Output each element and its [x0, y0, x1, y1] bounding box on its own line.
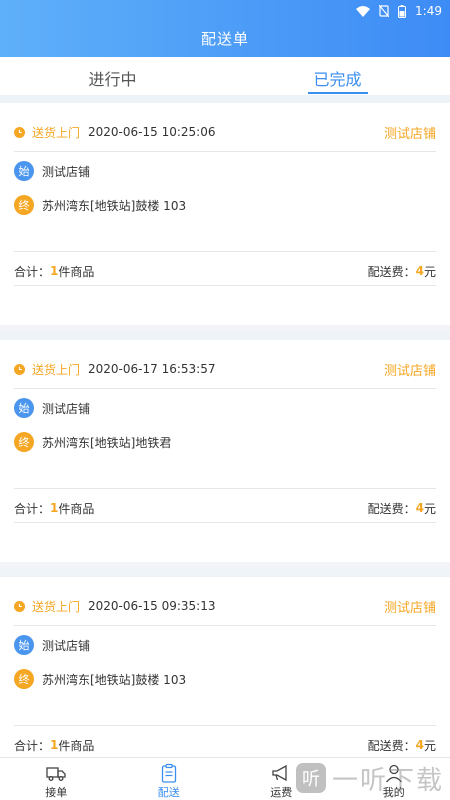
- order-summary: 合计： 1 件商品 配送费： 4 元: [14, 261, 436, 281]
- fee-amount: 4: [415, 501, 424, 515]
- nav-label: 运费: [270, 786, 293, 799]
- item-unit: 件商品: [58, 264, 95, 279]
- item-count: 1: [50, 264, 59, 278]
- fee-amount: 4: [415, 738, 424, 752]
- store-name: 测试店铺: [383, 600, 436, 616]
- order-header: 送货上门 2020-06-15 09:35:13 测试店铺: [14, 595, 436, 617]
- fee-label: 配送费：: [367, 501, 416, 516]
- watermark-logo: 听: [295, 763, 326, 793]
- clipboard-icon: [161, 763, 176, 783]
- clock-time: 1:49: [415, 4, 442, 18]
- order-datetime: 2020-06-15 10:25:06: [88, 125, 216, 139]
- nav-label: 配送: [157, 786, 180, 799]
- tab-in-progress[interactable]: 进行中: [0, 57, 225, 95]
- order-summary: 合计： 1 件商品 配送费： 4 元: [14, 498, 436, 518]
- fee-label: 配送费：: [367, 738, 416, 753]
- divider: [14, 625, 436, 626]
- item-unit: 件商品: [58, 738, 95, 753]
- delivery-mode: 送货上门: [32, 599, 81, 614]
- app-header: 1:49 配送单: [0, 0, 450, 57]
- start-location: 始 测试店铺: [14, 398, 436, 418]
- megaphone-icon: [272, 764, 287, 782]
- order-header: 送货上门 2020-06-15 10:25:06 测试店铺: [14, 121, 436, 143]
- start-location: 始 测试店铺: [14, 635, 436, 655]
- order-header: 送货上门 2020-06-17 16:53:57 测试店铺: [14, 358, 436, 380]
- divider: [14, 522, 436, 523]
- no-sim-icon: [379, 5, 390, 17]
- start-badge: 始: [14, 398, 34, 418]
- total-label: 合计：: [14, 501, 51, 516]
- nav-delivery[interactable]: 配送: [113, 758, 226, 800]
- start-address: 测试店铺: [42, 401, 91, 416]
- delivery-mode: 送货上门: [32, 125, 81, 140]
- battery-icon: [398, 4, 407, 18]
- tab-bar: 进行中 已完成: [0, 57, 450, 95]
- truck-icon: [46, 767, 66, 781]
- fee-unit: 元: [423, 501, 436, 516]
- nav-accept-orders[interactable]: 接单: [0, 758, 113, 800]
- end-address: 苏州湾东[地铁站]鼓楼 103: [42, 672, 187, 687]
- end-location: 终 苏州湾东[地铁站]鼓楼 103: [14, 195, 436, 215]
- divider: [14, 488, 436, 489]
- end-badge: 终: [14, 432, 34, 452]
- end-location: 终 苏州湾东[地铁站]地铁君: [14, 432, 436, 452]
- order-datetime: 2020-06-15 09:35:13: [88, 599, 216, 613]
- clock-icon: [14, 600, 25, 612]
- store-name: 测试店铺: [383, 126, 436, 142]
- order-card[interactable]: 送货上门 2020-06-17 16:53:57 测试店铺 始 测试店铺 终 苏…: [0, 332, 450, 562]
- order-datetime: 2020-06-17 16:53:57: [88, 362, 216, 376]
- clock-icon: [14, 363, 25, 375]
- divider: [14, 388, 436, 389]
- item-unit: 件商品: [58, 501, 95, 516]
- clock-icon: [14, 126, 25, 138]
- watermark-text: 一听下载: [331, 765, 444, 796]
- start-location: 始 测试店铺: [14, 161, 436, 181]
- divider: [14, 251, 436, 252]
- start-badge: 始: [14, 635, 34, 655]
- fee-unit: 元: [423, 264, 436, 279]
- fee-amount: 4: [415, 264, 424, 278]
- order-card[interactable]: 送货上门 2020-06-15 10:25:06 测试店铺 始 测试店铺 终 苏…: [0, 95, 450, 325]
- total-label: 合计：: [14, 264, 51, 279]
- item-count: 1: [50, 738, 59, 752]
- status-bar: 1:49: [356, 3, 442, 19]
- delivery-mode: 送货上门: [32, 362, 81, 377]
- watermark: 听 一听下载: [295, 760, 444, 796]
- end-location: 终 苏州湾东[地铁站]鼓楼 103: [14, 669, 436, 689]
- start-address: 测试店铺: [42, 164, 91, 179]
- order-summary: 合计： 1 件商品 配送费： 4 元: [14, 735, 436, 755]
- fee-label: 配送费：: [367, 264, 416, 279]
- wifi-icon: [356, 5, 371, 17]
- divider: [14, 285, 436, 286]
- nav-label: 接单: [45, 786, 68, 799]
- tab-completed[interactable]: 已完成: [225, 57, 450, 95]
- divider: [14, 151, 436, 152]
- order-card[interactable]: 送货上门 2020-06-15 09:35:13 测试店铺 始 测试店铺 终 苏…: [0, 569, 450, 757]
- store-name: 测试店铺: [383, 363, 436, 379]
- end-address: 苏州湾东[地铁站]地铁君: [42, 435, 172, 450]
- end-badge: 终: [14, 669, 34, 689]
- start-address: 测试店铺: [42, 638, 91, 653]
- end-address: 苏州湾东[地铁站]鼓楼 103: [42, 198, 187, 213]
- fee-unit: 元: [423, 738, 436, 753]
- end-badge: 终: [14, 195, 34, 215]
- start-badge: 始: [14, 161, 34, 181]
- divider: [14, 725, 436, 726]
- item-count: 1: [50, 501, 59, 515]
- page-title: 配送单: [200, 30, 249, 48]
- order-list: 送货上门 2020-06-15 10:25:06 测试店铺 始 测试店铺 终 苏…: [0, 95, 450, 757]
- total-label: 合计：: [14, 738, 51, 753]
